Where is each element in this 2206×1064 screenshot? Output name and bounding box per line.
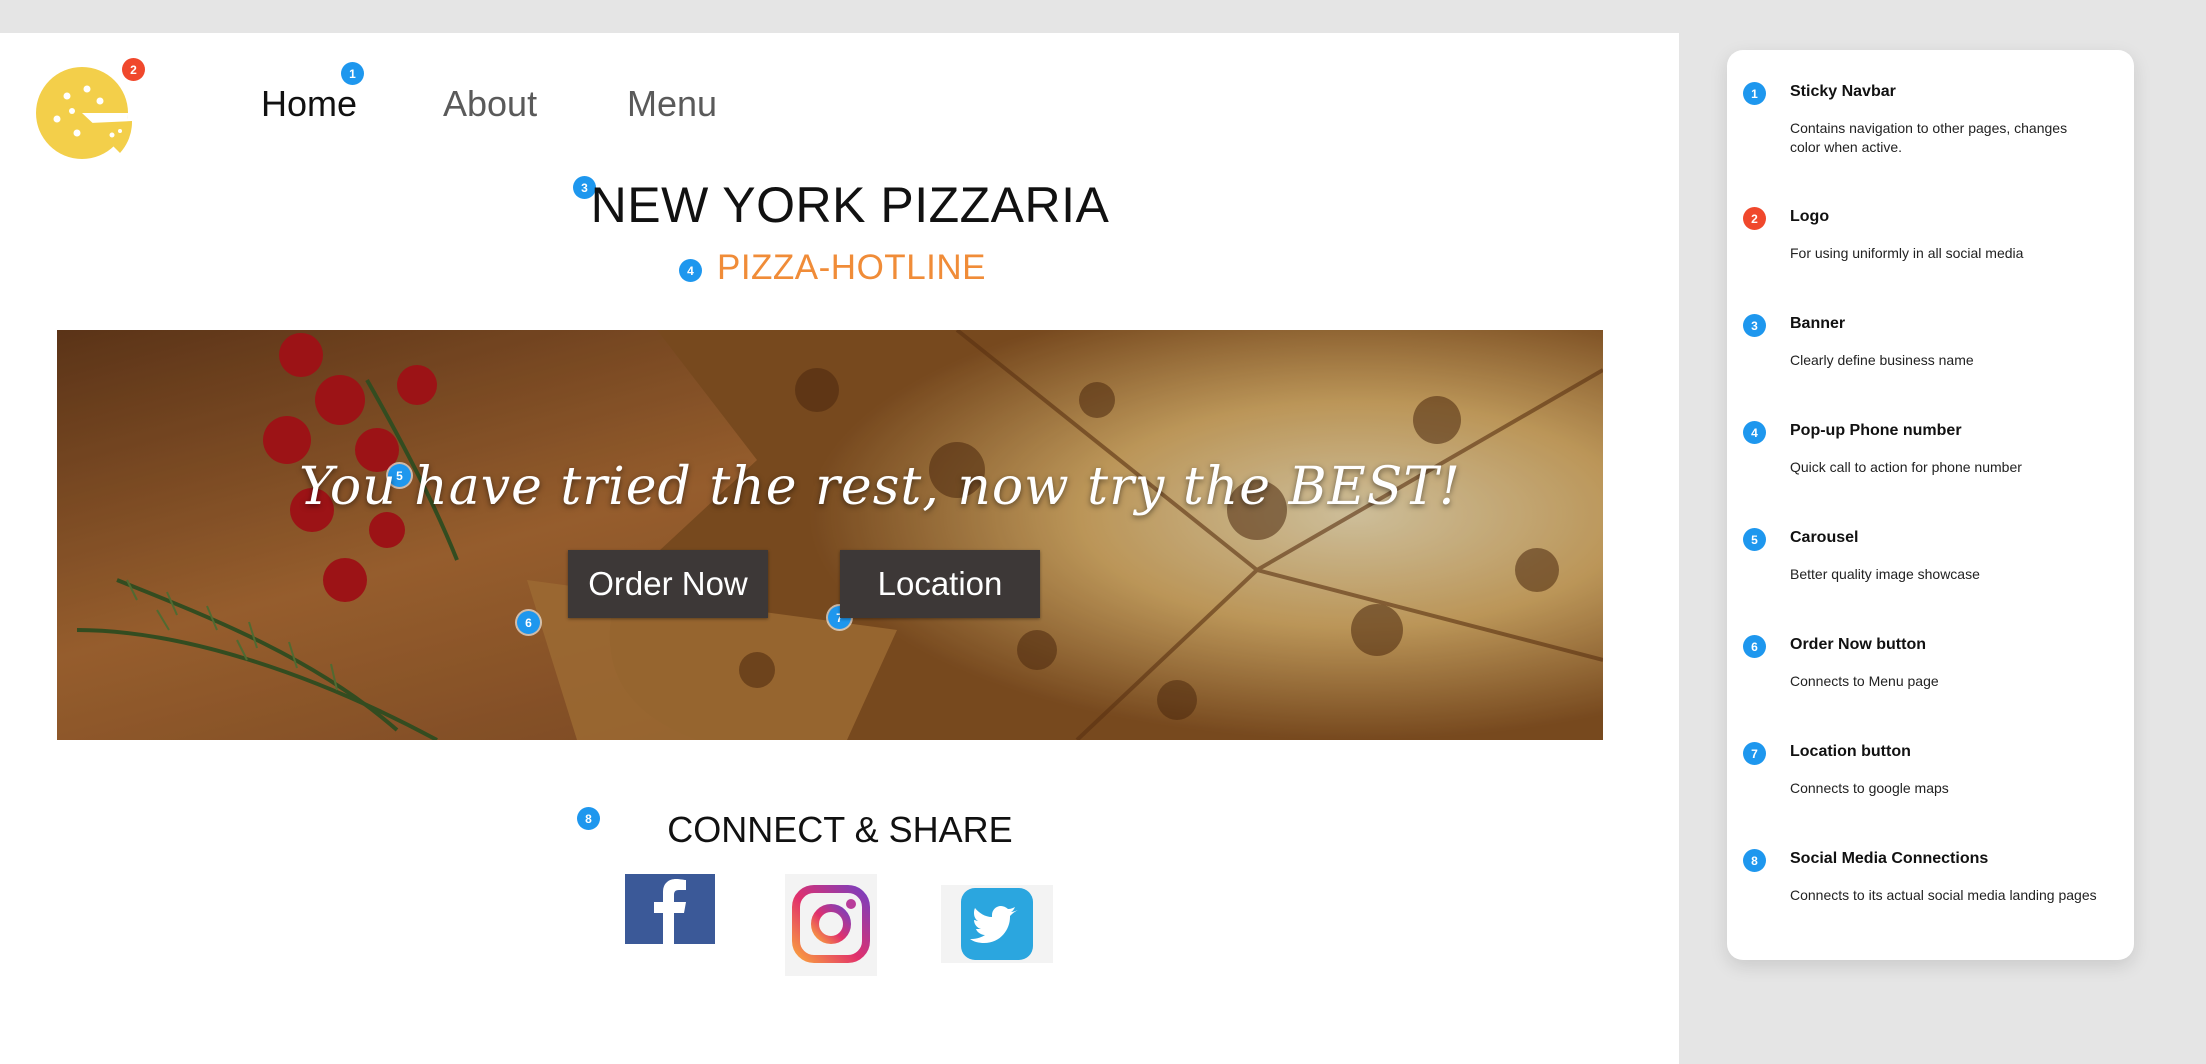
annotation-badge-5: 5 — [1743, 528, 1766, 551]
hero-carousel[interactable]: 5 You have tried the rest, now try the B… — [57, 330, 1603, 740]
annotation-title: Location button — [1790, 743, 1911, 760]
annotation-badge-2: 2 — [1743, 207, 1766, 230]
annotation-badge-3: 3 — [1743, 314, 1766, 337]
badge-2: 2 — [122, 58, 145, 81]
order-now-button[interactable]: Order Now — [568, 550, 768, 618]
annotation-title: Banner — [1790, 315, 1846, 332]
annotation-8: 8 Social Media Connections Connects to i… — [1743, 849, 2103, 903]
annotation-desc: Better quality image showcase — [1790, 566, 1980, 582]
hero-tagline: You have tried the rest, now try the BES… — [299, 457, 1461, 517]
annotation-1: 1 Sticky Navbar Contains navigation to o… — [1743, 82, 2103, 155]
annotation-6: 6 Order Now button Connects to Menu page — [1743, 635, 2103, 689]
facebook-icon[interactable] — [624, 873, 716, 950]
annotation-title: Pop-up Phone number — [1790, 422, 1962, 439]
annotation-badge-8: 8 — [1743, 849, 1766, 872]
annotation-2: 2 Logo For using uniformly in all social… — [1743, 207, 2103, 261]
pizza-hotline-link[interactable]: PIZZA-HOTLINE — [0, 248, 1703, 288]
annotation-badge-6: 6 — [1743, 635, 1766, 658]
annotation-desc: Contains navigation to other pages, chan… — [1790, 120, 2068, 155]
annotation-desc: Connects to google maps — [1790, 780, 1949, 796]
annotation-desc: Quick call to action for phone number — [1790, 459, 2022, 475]
nav-about-link[interactable]: About — [443, 86, 537, 122]
annotation-title: Sticky Navbar — [1790, 83, 1896, 100]
pizza-photo — [57, 330, 1603, 740]
badge-1: 1 — [341, 62, 364, 85]
nav-menu-link[interactable]: Menu — [627, 86, 717, 122]
instagram-icon[interactable] — [785, 874, 877, 981]
annotation-badge-4: 4 — [1743, 421, 1766, 444]
annotation-4: 4 Pop-up Phone number Quick call to acti… — [1743, 421, 2103, 475]
annotation-title: Order Now button — [1790, 636, 1926, 653]
annotation-desc: Connects to Menu page — [1790, 673, 1939, 689]
annotation-7: 7 Location button Connects to google map… — [1743, 742, 2103, 796]
nav-home-link[interactable]: Home — [261, 86, 357, 122]
annotation-3: 3 Banner Clearly define business name — [1743, 314, 2103, 368]
annotation-5: 5 Carousel Better quality image showcase — [1743, 528, 2103, 582]
badge-6: 6 — [517, 611, 540, 634]
annotation-badge-1: 1 — [1743, 82, 1766, 105]
location-button[interactable]: Location — [840, 550, 1040, 618]
annotation-title: Carousel — [1790, 529, 1859, 546]
annotation-desc: Connects to its actual social media land… — [1790, 887, 2097, 903]
annotation-title: Social Media Connections — [1790, 850, 1989, 867]
connect-share-title: CONNECT & SHARE — [667, 809, 1013, 850]
website-mockup: 2 Home About Menu 1 3 NEW YORK PIZZARIA … — [0, 33, 1679, 1064]
annotation-desc: Clearly define business name — [1790, 352, 1974, 368]
twitter-icon[interactable] — [941, 885, 1053, 968]
annotation-title: Logo — [1790, 208, 1830, 225]
annotation-badge-7: 7 — [1743, 742, 1766, 765]
annotations-panel: 1 Sticky Navbar Contains navigation to o… — [1727, 50, 2134, 960]
business-name-title: NEW YORK PIZZARIA — [590, 177, 1110, 233]
annotation-desc: For using uniformly in all social media — [1790, 245, 2024, 261]
